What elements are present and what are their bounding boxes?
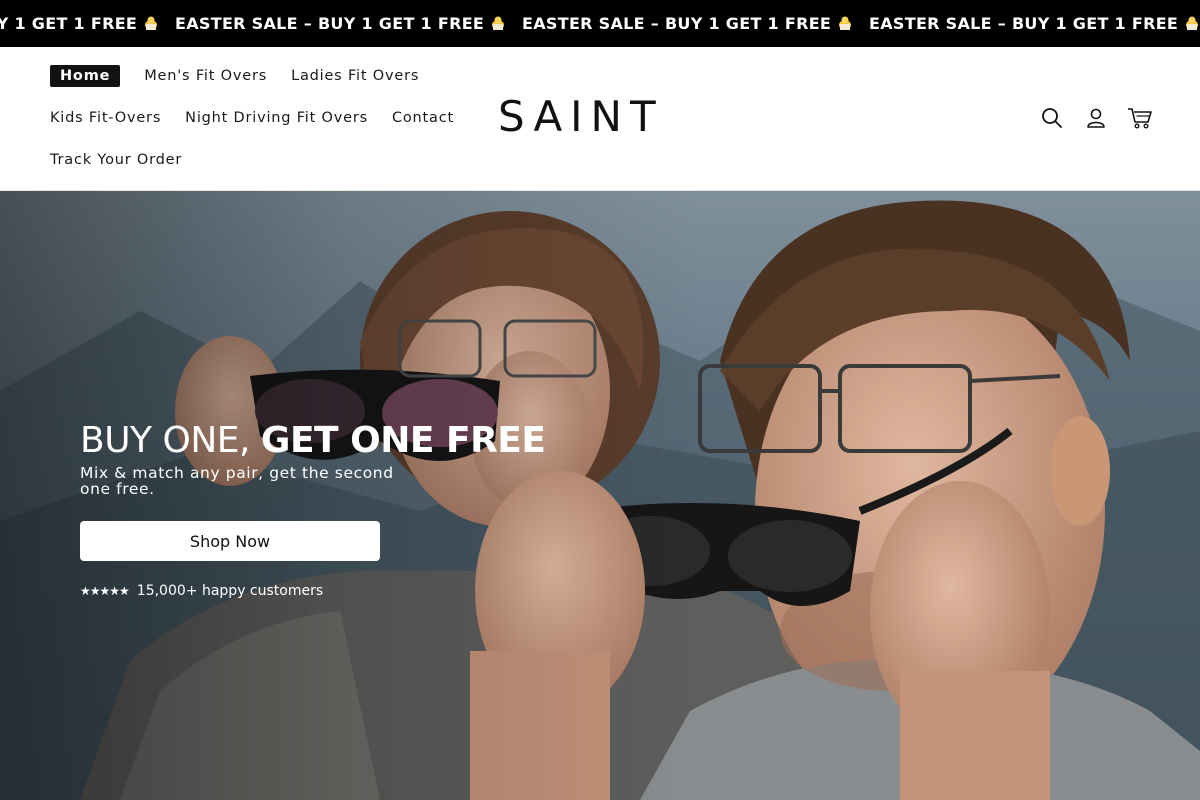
nav-row: Home Men's Fit Overs Ladies Fit Overs (50, 63, 443, 89)
hero-title-bold: GET ONE FREE (260, 420, 546, 461)
hero-subtitle: Mix & match any pair, get the second one… (80, 464, 394, 498)
account-icon (1087, 108, 1105, 128)
social-proof-text: 15,000+ happy customers (136, 583, 324, 599)
announcement-track: EASTER SALE – BUY 1 GET 1 FREE EASTER SA… (0, 0, 1200, 47)
hero-content: BUY ONE, GET ONE FREE Mix & match any pa… (80, 419, 560, 599)
hero-title: BUY ONE, GET ONE FREE (80, 419, 560, 463)
hero-title-light: BUY ONE, (80, 420, 261, 461)
search-icon (1042, 108, 1062, 128)
shop-now-button[interactable]: Shop Now (80, 521, 380, 561)
announcement-bar: EASTER SALE – BUY 1 GET 1 FREE EASTER SA… (0, 0, 1200, 47)
chick-icon (839, 16, 852, 30)
announcement-item: EASTER SALE – BUY 1 GET 1 FREE (869, 14, 1200, 33)
chick-icon (145, 16, 158, 30)
nav-item-track-your-order[interactable]: Track Your Order (50, 152, 182, 168)
cart-button[interactable] (1126, 104, 1154, 132)
cart-icon (1128, 108, 1152, 129)
account-button[interactable] (1082, 104, 1110, 132)
nav-item-mens-fit-overs[interactable]: Men's Fit Overs (144, 68, 267, 84)
search-button[interactable] (1038, 104, 1066, 132)
header-icons (1038, 104, 1154, 132)
hero-banner: BUY ONE, GET ONE FREE Mix & match any pa… (0, 191, 1200, 800)
nav-row: Kids Fit-Overs Night Driving Fit Overs C… (50, 105, 478, 131)
chick-icon (492, 16, 505, 30)
announcement-item: EASTER SALE – BUY 1 GET 1 FREE (0, 14, 175, 33)
main-nav: Home Men's Fit Overs Ladies Fit Overs Ki… (50, 47, 470, 191)
nav-row: Track Your Order (50, 147, 206, 173)
nav-item-kids-fit-overs[interactable]: Kids Fit-Overs (50, 110, 161, 126)
nav-item-contact[interactable]: Contact (392, 110, 454, 126)
announcement-item: EASTER SALE – BUY 1 GET 1 FREE (522, 14, 869, 33)
nav-item-ladies-fit-overs[interactable]: Ladies Fit Overs (291, 68, 419, 84)
chick-icon (1186, 16, 1199, 30)
site-logo[interactable]: SAINT (498, 93, 698, 141)
site-header: Home Men's Fit Overs Ladies Fit Overs Ki… (0, 47, 1200, 191)
nav-item-night-driving-fit-overs[interactable]: Night Driving Fit Overs (185, 110, 368, 126)
rating-stars-icon: ★★★★★ (80, 584, 130, 598)
announcement-item: EASTER SALE – BUY 1 GET 1 FREE (175, 14, 522, 33)
nav-item-home[interactable]: Home (50, 65, 121, 87)
social-proof: ★★★★★ 15,000+ happy customers (80, 583, 560, 599)
